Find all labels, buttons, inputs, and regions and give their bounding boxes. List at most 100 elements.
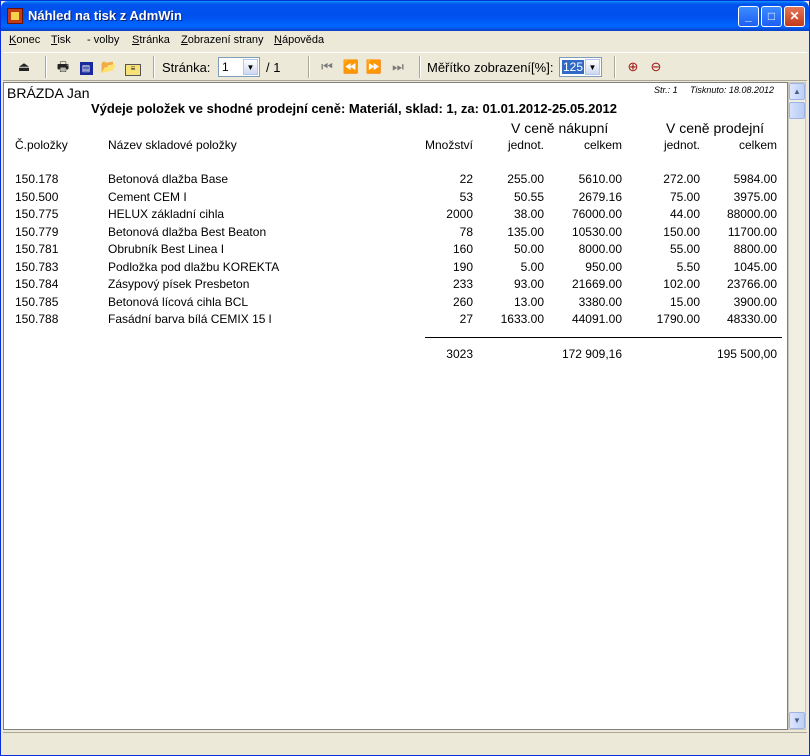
item-qty: 190 — [452, 259, 473, 274]
menu-tisk[interactable]: Tisk — [51, 34, 71, 46]
title-bar[interactable]: Náhled na tisk z AdmWin _ □ ✕ — [1, 1, 809, 31]
item-purchase-unit: 50.55 — [513, 189, 544, 204]
item-purchase-total: 21669.00 — [571, 277, 622, 291]
column-header-name: Název skladové položky — [108, 138, 237, 152]
scroll-up-button[interactable]: ▲ — [789, 83, 805, 100]
zoom-select[interactable]: 125 ▼ — [559, 57, 602, 77]
page-label: Stránka: — [162, 60, 211, 75]
item-code: 150.178 — [15, 172, 59, 186]
column-header-purchase-unit: jednot. — [507, 138, 544, 152]
item-code: 150.781 — [15, 242, 59, 256]
column-header-sale-total: celkem — [738, 138, 777, 152]
item-purchase-total: 44091.00 — [571, 312, 622, 326]
zoom-label: Měřítko zobrazení[%]: — [427, 60, 554, 75]
print-preview-window: Náhled na tisk z AdmWin _ □ ✕ Konec Tisk… — [0, 0, 810, 756]
printer-icon[interactable]: 🖶 — [54, 58, 72, 75]
report-page: BRÁZDA Jan Str.: 1 Tisknuto: 18.08.2012 … — [4, 83, 787, 729]
toolbar-separator — [45, 56, 47, 78]
item-purchase-unit: 255.00 — [507, 172, 544, 186]
item-qty: 260 — [452, 294, 473, 309]
window-title: Náhled na tisk z AdmWin — [28, 8, 182, 23]
item-sale-total: 23766.00 — [726, 277, 777, 291]
item-sale-unit: 150.00 — [663, 224, 700, 239]
item-code: 150.788 — [15, 312, 59, 326]
item-purchase-total: 950.00 — [585, 259, 622, 274]
chevron-down-icon[interactable]: ▼ — [585, 59, 600, 75]
column-header-sale-unit: jednot. — [663, 138, 700, 152]
item-purchase-total: 5610.00 — [578, 172, 622, 186]
item-sale-total: 8800.00 — [733, 242, 777, 256]
item-qty: 53 — [459, 189, 473, 204]
table-row: 150.784 Zásypový písek Presbeton 233 93.… — [4, 277, 787, 294]
print-date: Tisknuto: 18.08.2012 — [690, 85, 774, 95]
item-qty: 233 — [452, 277, 473, 291]
item-code: 150.783 — [15, 259, 59, 274]
scroll-thumb[interactable] — [789, 102, 805, 119]
menu-napoveda[interactable]: Nápověda — [274, 34, 324, 46]
table-row: 150.788 Fasádní barva bílá CEMIX 15 l 27… — [4, 312, 787, 329]
item-purchase-unit: 93.00 — [513, 277, 544, 291]
item-name: Betonová lícová cihla BCL — [108, 294, 249, 309]
item-purchase-total: 2679.16 — [578, 189, 622, 204]
item-purchase-unit: 50.00 — [513, 242, 544, 256]
save-icon[interactable]: ▤ — [77, 58, 95, 75]
menu-konec[interactable]: Konec — [9, 34, 40, 46]
item-code: 150.779 — [15, 224, 59, 239]
item-sale-total: 88000.00 — [726, 207, 777, 221]
maximize-button[interactable]: □ — [761, 6, 782, 27]
toolbar-separator — [614, 56, 616, 78]
minimize-button[interactable]: _ — [738, 6, 759, 27]
last-page-icon[interactable]: ⏭ — [389, 58, 407, 75]
item-purchase-total: 3380.00 — [578, 294, 622, 309]
menu-stranka[interactable]: Stránka — [132, 34, 170, 46]
item-qty: 27 — [459, 312, 473, 326]
open-folder-icon[interactable]: 📂 — [100, 58, 118, 75]
next-page-icon[interactable]: ⏩ — [365, 58, 383, 75]
page-info: Str.: 1 — [654, 85, 678, 95]
column-header-qty: Množství — [424, 138, 473, 152]
first-page-icon[interactable]: ⏮ — [318, 58, 336, 75]
table-row: 150.783 Podložka pod dlažbu KOREKTA 190 … — [4, 260, 787, 277]
close-button[interactable]: ✕ — [784, 6, 805, 27]
chevron-down-icon[interactable]: ▼ — [243, 59, 258, 75]
scroll-down-button[interactable]: ▼ — [789, 712, 805, 729]
menu-bar: Konec Tisk - volby Stránka Zobrazení str… — [1, 31, 809, 51]
toolbar-separator — [153, 56, 155, 78]
table-row: 150.785 Betonová lícová cihla BCL 260 13… — [4, 295, 787, 312]
zoom-in-icon[interactable]: ⊕ — [624, 58, 642, 75]
company-name: BRÁZDA Jan — [7, 85, 90, 101]
vertical-scrollbar[interactable]: ▲ ▼ — [788, 82, 806, 730]
item-sale-unit: 272.00 — [663, 172, 700, 186]
table-row: 150.779 Betonová dlažba Best Beaton 78 1… — [4, 225, 787, 242]
menu-zobrazeni-strany[interactable]: Zobrazení strany — [181, 34, 264, 46]
item-purchase-unit: 13.00 — [513, 294, 544, 309]
app-icon — [7, 8, 23, 24]
item-sale-total: 11700.00 — [727, 224, 777, 239]
item-purchase-total: 8000.00 — [578, 242, 622, 256]
report-title: Výdeje položek ve shodné prodejní ceně: … — [91, 101, 618, 116]
table-row: 150.775 HELUX základní cihla 2000 38.00 … — [4, 207, 787, 224]
item-name: Fasádní barva bílá CEMIX 15 l — [108, 312, 272, 326]
menu-volby[interactable]: - volby — [87, 34, 119, 46]
total-purchase: 172 909,16 — [561, 347, 622, 361]
page-select[interactable]: 1 ▼ — [218, 57, 260, 77]
item-qty: 2000 — [446, 207, 473, 221]
column-header-purchase-total: celkem — [583, 138, 622, 152]
group-header-purchase: V ceně nákupní — [511, 120, 609, 136]
item-qty: 160 — [452, 242, 473, 256]
total-qty: 3023 — [446, 347, 473, 361]
item-sale-unit: 75.00 — [669, 189, 700, 204]
exit-icon[interactable]: ⏏ — [15, 58, 33, 75]
zoom-out-icon[interactable]: ⊖ — [647, 58, 665, 75]
export-icon[interactable]: ≡ — [124, 58, 142, 76]
item-qty: 22 — [459, 172, 473, 186]
page-total: / 1 — [266, 60, 281, 75]
preview-area[interactable]: BRÁZDA Jan Str.: 1 Tisknuto: 18.08.2012 … — [3, 82, 788, 730]
item-sale-unit: 5.50 — [676, 259, 700, 274]
previous-page-icon[interactable]: ⏪ — [342, 58, 360, 75]
item-sale-unit: 15.00 — [669, 294, 700, 309]
item-sale-total: 3900.00 — [733, 294, 777, 309]
item-code: 150.784 — [15, 277, 59, 291]
item-name: Betonová dlažba Base — [108, 172, 229, 186]
item-sale-total: 1045.00 — [733, 259, 777, 274]
